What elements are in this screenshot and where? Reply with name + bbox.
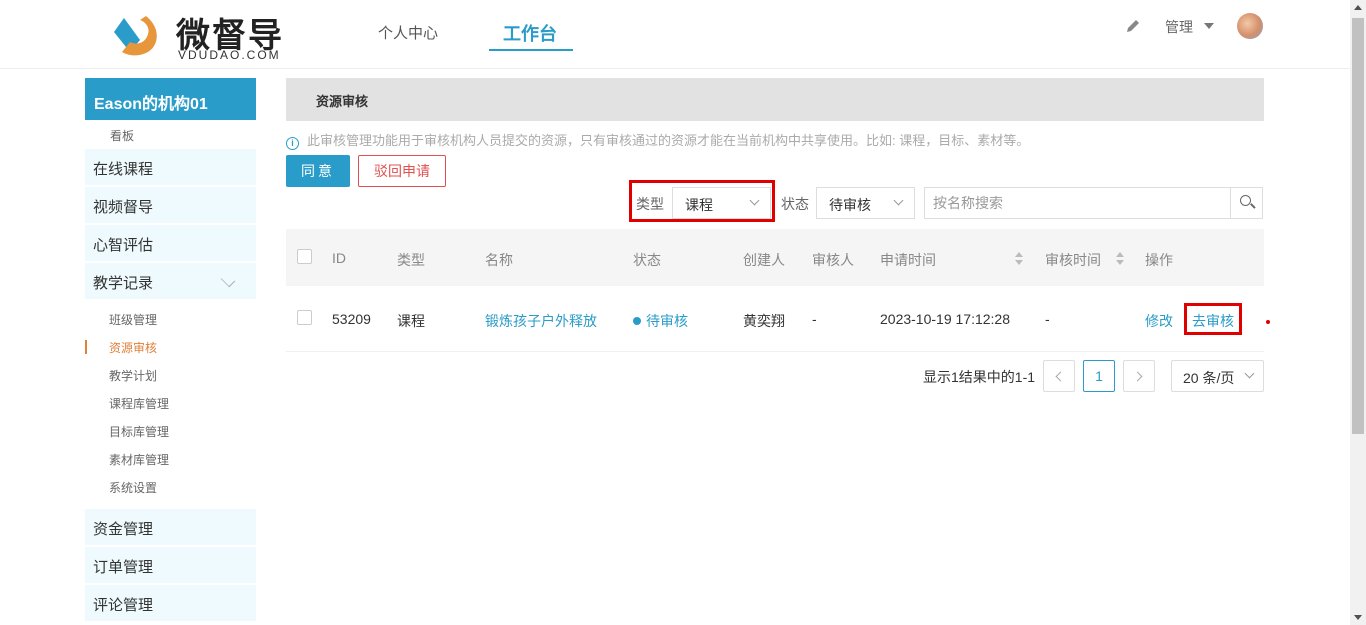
sidebar-item-class-management[interactable]: 班级管理 (109, 311, 157, 328)
nav-personal-center[interactable]: 个人中心 (378, 22, 438, 43)
search-icon (1240, 195, 1251, 206)
sort-icon[interactable] (1116, 252, 1124, 266)
type-select-value: 课程 (685, 197, 713, 213)
scroll-down-icon[interactable] (1354, 615, 1362, 620)
col-name: 名称 (485, 252, 513, 268)
chevron-right-icon (1132, 371, 1143, 382)
page-title: 资源审核 (286, 78, 1264, 121)
nav-workbench[interactable]: 工作台 (503, 20, 557, 46)
col-review-time[interactable]: 审核时间 (1045, 250, 1101, 270)
agree-button[interactable]: 同意 (286, 155, 350, 187)
row-reviewer: - (812, 311, 817, 327)
brand-domain: VDUDAO.COM (178, 48, 281, 62)
info-tip: i 此审核管理功能用于审核机构人员提交的资源，只有审核通过的资源才能在当前机构中共… (286, 130, 1029, 150)
info-icon: i (286, 137, 299, 150)
sidebar-item-teaching-plan[interactable]: 教学计划 (109, 367, 157, 384)
table-header: ID 类型 名称 状态 创建人 审核人 申请时间 审核时间 操作 (286, 229, 1264, 286)
prev-page-button[interactable] (1043, 360, 1075, 392)
sidebar-item-online-courses[interactable]: 在线课程 (85, 149, 256, 185)
page-size-select[interactable]: 20 条/页 (1171, 360, 1264, 392)
pagination-summary: 显示1结果中的1-1 (923, 369, 1036, 385)
avatar[interactable] (1237, 13, 1263, 39)
manage-menu[interactable]: 管理 (1165, 17, 1193, 37)
sidebar-item-funds[interactable]: 资金管理 (85, 509, 256, 545)
chevron-down-icon (893, 195, 904, 206)
sidebar-item-orders[interactable]: 订单管理 (85, 547, 256, 583)
next-page-button[interactable] (1123, 360, 1155, 392)
search-box (924, 187, 1263, 219)
main-content: 资源审核 i 此审核管理功能用于审核机构人员提交的资源，只有审核通过的资源才能在当… (286, 78, 1270, 392)
col-reviewer: 审核人 (812, 252, 854, 268)
page-scrollbar[interactable] (1350, 0, 1366, 625)
sidebar-item-comments[interactable]: 评论管理 (85, 585, 256, 621)
edit-link[interactable]: 修改 (1145, 311, 1173, 331)
sidebar-item-teaching-records[interactable]: 教学记录 (85, 263, 256, 299)
sidebar-item-video-supervision[interactable]: 视频督导 (85, 187, 256, 223)
status-filter-label: 状态 (781, 196, 809, 212)
nav-active-indicator (489, 49, 573, 51)
col-status: 状态 (633, 252, 661, 268)
chevron-down-icon (749, 195, 760, 206)
pencil-icon[interactable] (1125, 18, 1141, 34)
row-type: 课程 (397, 313, 425, 329)
sidebar-item-goal-library[interactable]: 目标库管理 (109, 423, 169, 440)
chevron-down-icon (1244, 368, 1255, 379)
chevron-left-icon (1055, 371, 1066, 382)
review-highlight (1184, 303, 1242, 335)
sidebar: Eason的机构01 看板 在线课程 视频督导 心智评估 教学记录 班级管理 资… (85, 78, 256, 621)
sidebar-item-mental-assessment[interactable]: 心智评估 (85, 225, 256, 261)
status-select[interactable]: 待审核 (816, 187, 915, 219)
top-header: 微督导 VDUDAO.COM 个人中心 工作台 管理 (0, 0, 1350, 69)
type-select[interactable]: 课程 (672, 187, 771, 219)
page-number[interactable]: 1 (1083, 360, 1115, 392)
sidebar-item-material-library[interactable]: 素材库管理 (109, 451, 169, 468)
active-indicator (85, 340, 87, 354)
row-checkbox[interactable] (297, 310, 312, 325)
sidebar-item-label: 教学记录 (93, 275, 154, 292)
type-filter-label: 类型 (636, 196, 664, 212)
col-type: 类型 (397, 252, 425, 268)
vdudao-logo[interactable]: 微督导 VDUDAO.COM (110, 8, 290, 64)
reject-button[interactable]: 驳回申请 (358, 155, 446, 187)
sidebar-item-resource-review[interactable]: 资源审核 (109, 339, 157, 356)
logo-mark-icon (114, 16, 157, 56)
scroll-thumb[interactable] (1352, 18, 1364, 434)
row-apply-time: 2023-10-19 17:12:28 (880, 311, 1010, 327)
sidebar-item-course-library[interactable]: 课程库管理 (109, 395, 169, 412)
sidebar-item-dashboard[interactable]: 看板 (110, 127, 134, 144)
scroll-up-icon[interactable] (1354, 5, 1362, 10)
row-creator: 黄奕翔 (743, 313, 785, 329)
marker-dot (1266, 320, 1270, 324)
sidebar-item-system-settings[interactable]: 系统设置 (109, 479, 157, 496)
select-all-checkbox[interactable] (297, 249, 312, 264)
col-creator: 创建人 (743, 252, 785, 268)
status-select-value: 待审核 (829, 197, 871, 213)
status-dot-icon (633, 317, 641, 325)
col-apply-time[interactable]: 申请时间 (880, 250, 936, 270)
row-status: 待审核 (633, 311, 688, 331)
row-name-link[interactable]: 锻炼孩子户外释放 (485, 311, 597, 331)
row-review-time: - (1045, 311, 1050, 327)
table-row: 53209 课程 锻炼孩子户外释放 待审核 黄奕翔 - 2023-10-19 1… (286, 286, 1264, 352)
chevron-down-icon (220, 272, 236, 288)
caret-down-icon[interactable] (1204, 23, 1214, 29)
page-size-value: 20 条/页 (1183, 370, 1235, 386)
row-status-text: 待审核 (646, 313, 688, 329)
sort-icon[interactable] (1015, 252, 1023, 266)
col-action: 操作 (1145, 252, 1173, 268)
search-button[interactable] (1230, 188, 1262, 218)
row-id: 53209 (332, 311, 371, 327)
col-id: ID (332, 250, 346, 266)
tip-text: 此审核管理功能用于审核机构人员提交的资源，只有审核通过的资源才能在当前机构中共享… (307, 133, 1030, 148)
search-input[interactable] (925, 188, 1231, 218)
org-name[interactable]: Eason的机构01 (85, 78, 256, 120)
